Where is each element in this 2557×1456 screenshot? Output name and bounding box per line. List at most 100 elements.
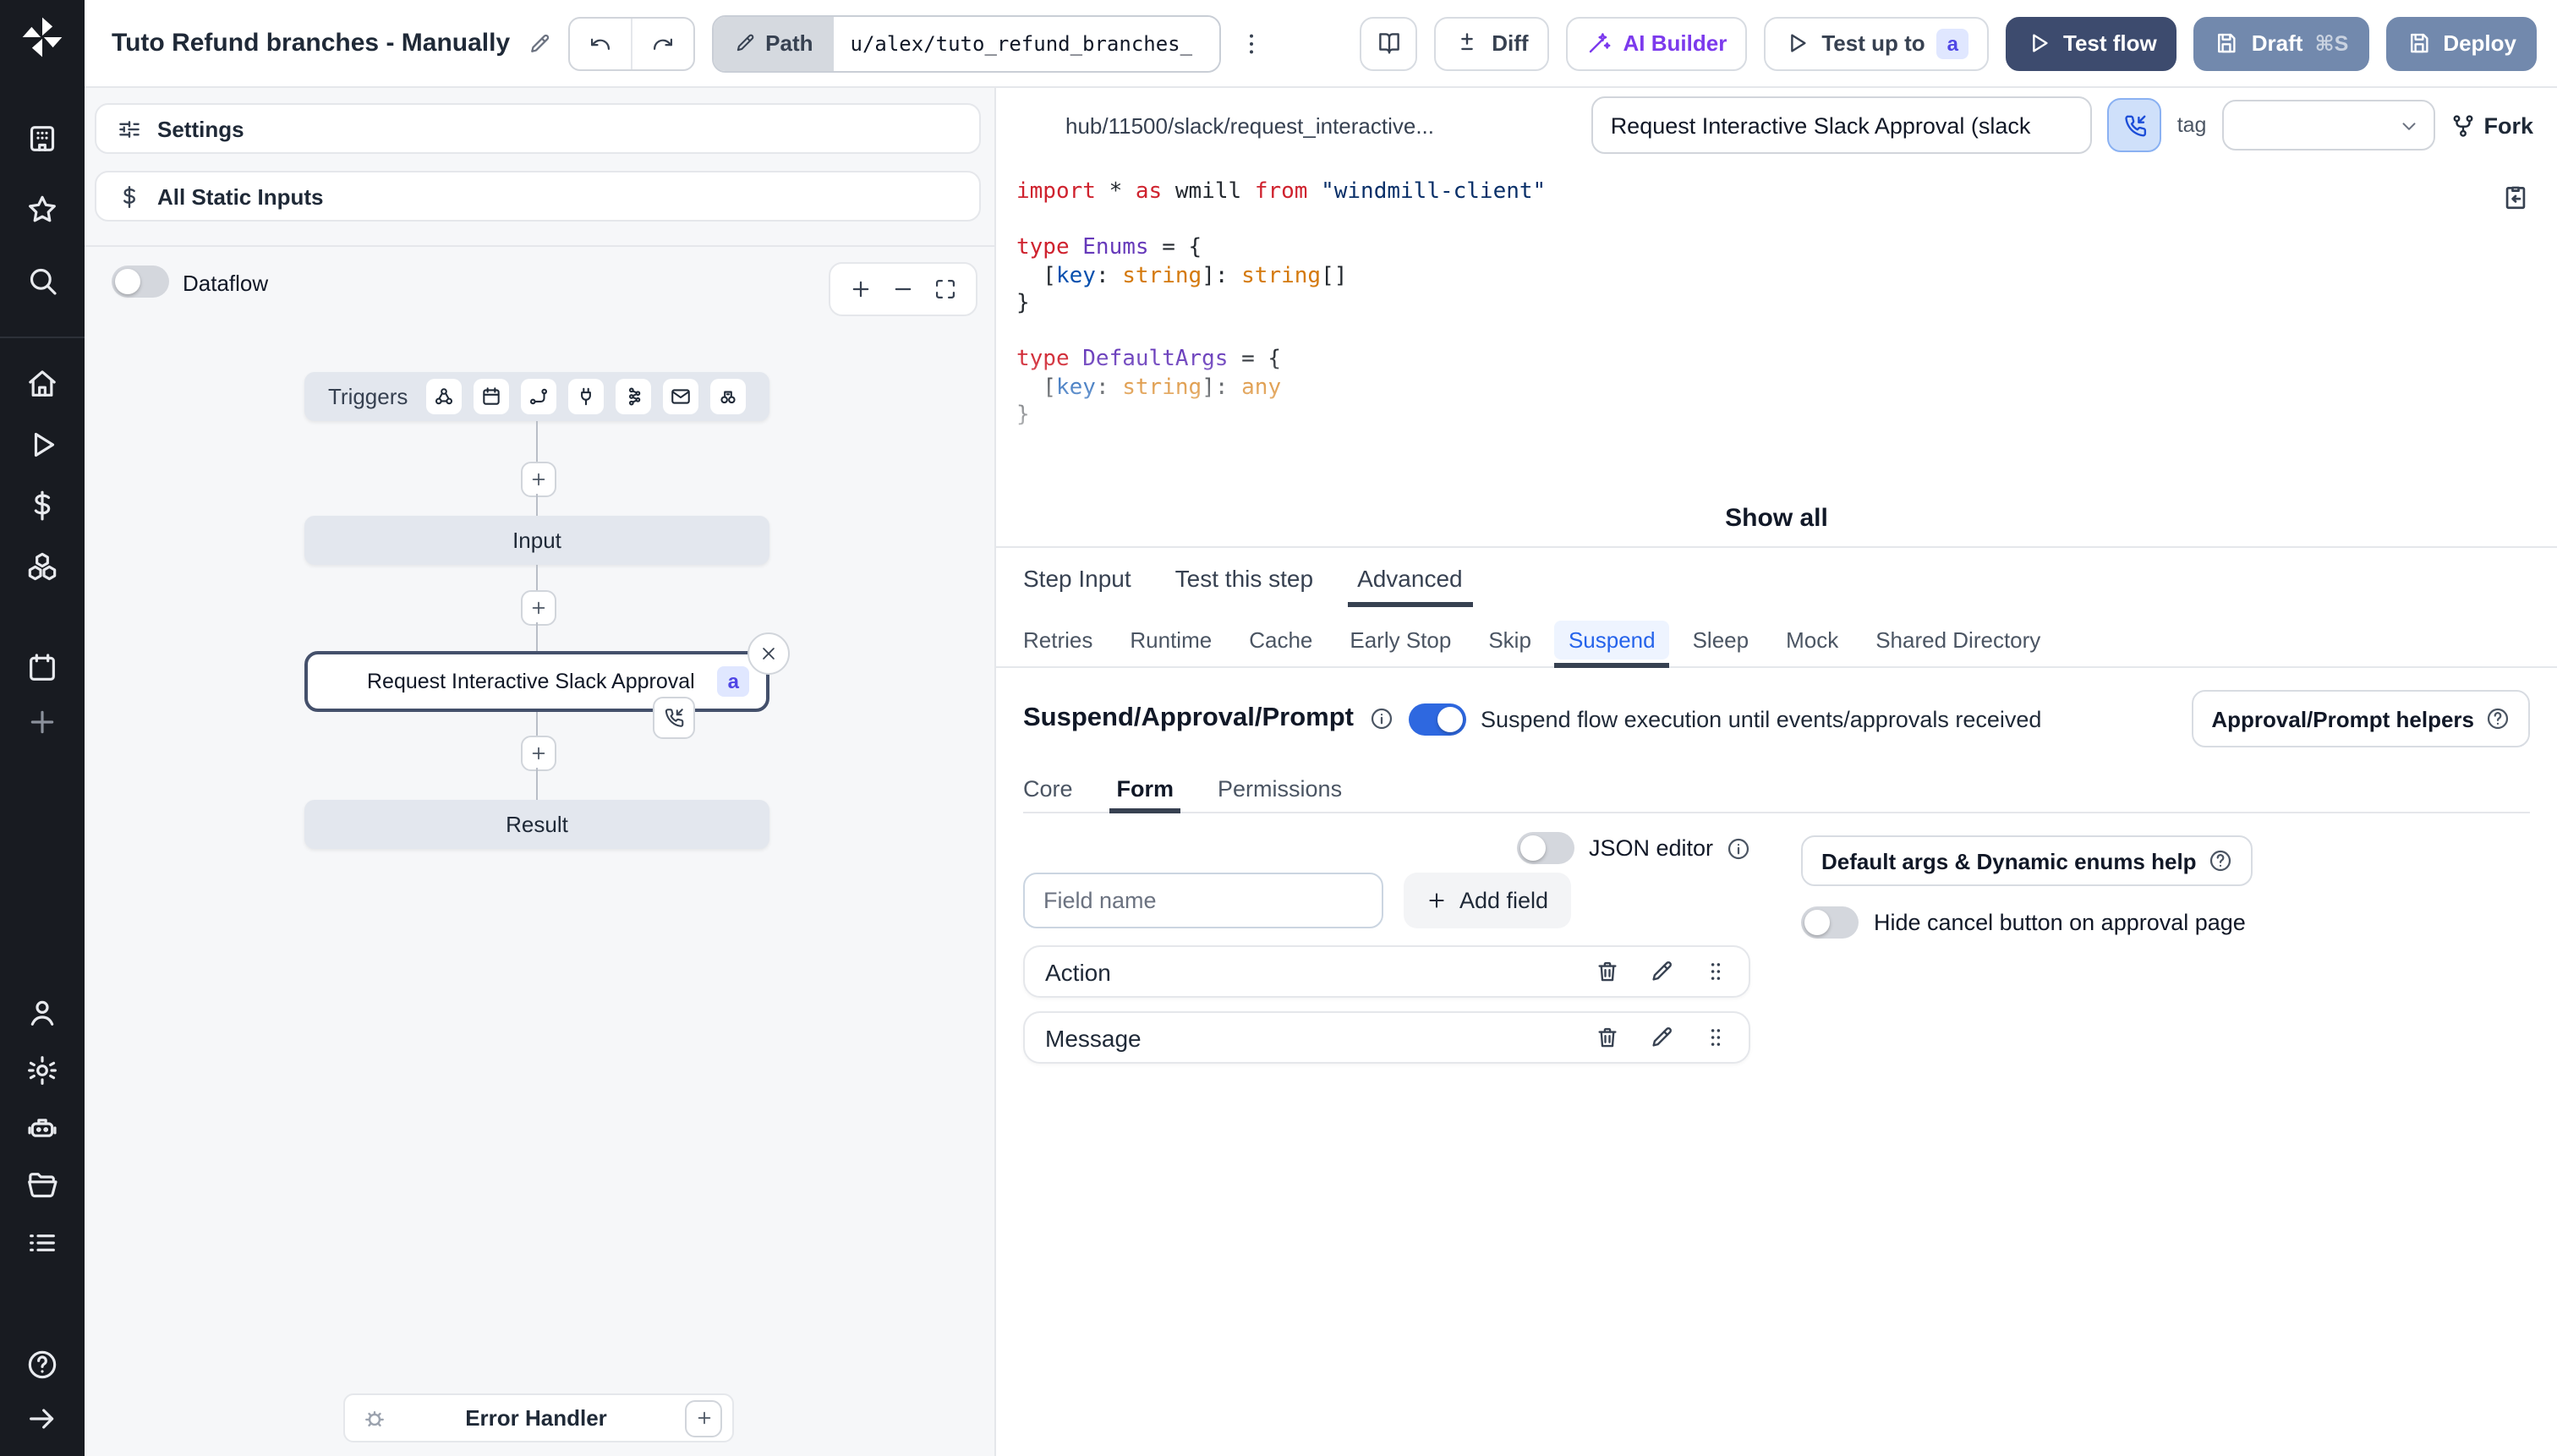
insert-step-button[interactable] bbox=[521, 590, 556, 626]
tab-early-stop[interactable]: Early Stop bbox=[1350, 612, 1451, 668]
tab-core[interactable]: Core bbox=[1023, 764, 1073, 813]
sidebar-item-folders[interactable] bbox=[12, 1155, 73, 1216]
suspend-enable-toggle[interactable] bbox=[1408, 703, 1465, 735]
poll-icon bbox=[717, 386, 739, 408]
dataflow-toggle[interactable] bbox=[112, 265, 169, 298]
tab-skip[interactable]: Skip bbox=[1488, 612, 1531, 668]
sidebar-item-runs[interactable] bbox=[12, 414, 73, 475]
json-editor-toggle[interactable] bbox=[1517, 832, 1575, 864]
diff-button[interactable]: Diff bbox=[1434, 16, 1549, 70]
sidebar-item-users[interactable] bbox=[12, 983, 73, 1043]
undo-button[interactable] bbox=[569, 18, 630, 68]
delete-field-button[interactable] bbox=[1595, 959, 1620, 984]
default-args-help-button[interactable]: Default args & Dynamic enums help bbox=[1801, 835, 2253, 886]
fork-button[interactable]: Fork bbox=[2450, 112, 2533, 138]
triggers-node[interactable]: Triggers bbox=[304, 372, 769, 421]
ai-builder-button[interactable]: AI Builder bbox=[1565, 16, 1748, 70]
tab-step-input[interactable]: Step Input bbox=[1023, 548, 1131, 607]
suspend-toggle-button[interactable] bbox=[2107, 98, 2162, 152]
field-row-message[interactable]: Message bbox=[1023, 1011, 1750, 1064]
sidebar-item-resources[interactable] bbox=[12, 536, 73, 597]
slack-approval-step-node[interactable]: Request Interactive Slack Approval (... … bbox=[304, 651, 769, 712]
copy-code-button[interactable] bbox=[2501, 183, 2530, 211]
deploy-button[interactable]: Deploy bbox=[2385, 16, 2537, 70]
tab-advanced[interactable]: Advanced bbox=[1347, 548, 1474, 607]
trigger-websocket-icon[interactable] bbox=[568, 379, 605, 414]
add-error-handler-button[interactable] bbox=[685, 1399, 722, 1437]
more-menu-button[interactable] bbox=[1238, 30, 1265, 57]
sidebar-item-audit-logs[interactable] bbox=[12, 1212, 73, 1273]
trigger-schedule-icon[interactable] bbox=[474, 379, 510, 414]
step-summary-input[interactable] bbox=[1591, 96, 2093, 154]
windmill-logo-icon[interactable] bbox=[19, 14, 66, 61]
approval-prompt-helpers-button[interactable]: Approval/Prompt helpers bbox=[2191, 690, 2530, 747]
static-inputs-button[interactable]: All Static Inputs bbox=[95, 171, 981, 222]
tab-shared-directory[interactable]: Shared Directory bbox=[1875, 612, 2040, 668]
draft-button[interactable]: Draft ⌘S bbox=[2193, 16, 2369, 70]
fit-view-button[interactable] bbox=[934, 277, 957, 301]
test-up-to-button[interactable]: Test up to a bbox=[1764, 16, 1989, 70]
code-preview[interactable]: import * as wmill from "windmill-client"… bbox=[996, 162, 2557, 511]
sidebar-item-variables[interactable] bbox=[12, 475, 73, 536]
tab-cache[interactable]: Cache bbox=[1249, 612, 1312, 668]
suspend-indicator-badge[interactable] bbox=[653, 697, 695, 739]
info-icon[interactable] bbox=[1369, 707, 1393, 731]
tab-test-this-step[interactable]: Test this step bbox=[1175, 548, 1313, 607]
field-name-input[interactable] bbox=[1023, 873, 1383, 928]
docs-button[interactable] bbox=[1360, 16, 1418, 70]
error-handler-node[interactable]: Error Handler bbox=[343, 1393, 734, 1442]
redo-button[interactable] bbox=[630, 18, 693, 68]
hide-cancel-toggle[interactable] bbox=[1801, 906, 1859, 939]
tab-label: Cache bbox=[1249, 627, 1313, 653]
trigger-kafka-icon[interactable] bbox=[616, 379, 652, 414]
tab-mock[interactable]: Mock bbox=[1786, 612, 1838, 668]
tab-permissions[interactable]: Permissions bbox=[1218, 764, 1342, 813]
trigger-poll-icon[interactable] bbox=[710, 379, 747, 414]
trigger-email-icon[interactable] bbox=[663, 379, 699, 414]
tab-form[interactable]: Form bbox=[1109, 764, 1180, 813]
sidebar-item-schedules[interactable] bbox=[12, 638, 73, 698]
edit-title-icon[interactable] bbox=[527, 31, 550, 55]
sidebar-item-workspace[interactable] bbox=[12, 108, 73, 169]
delete-step-button[interactable] bbox=[747, 632, 790, 675]
zoom-in-button[interactable] bbox=[849, 277, 873, 301]
insert-step-button[interactable] bbox=[521, 736, 556, 771]
delete-field-button[interactable] bbox=[1595, 1025, 1620, 1050]
divider bbox=[1023, 812, 2530, 813]
drag-field-handle[interactable] bbox=[1703, 959, 1728, 984]
drag-field-handle[interactable] bbox=[1703, 1025, 1728, 1050]
field-row-action[interactable]: Action bbox=[1023, 945, 1750, 998]
tab-label: Skip bbox=[1488, 627, 1531, 653]
calendar-icon bbox=[25, 651, 59, 685]
show-all-button[interactable]: Show all bbox=[996, 504, 2557, 533]
tab-runtime[interactable]: Runtime bbox=[1130, 612, 1212, 668]
input-node[interactable]: Input bbox=[304, 516, 769, 565]
add-field-button[interactable]: Add field bbox=[1404, 873, 1571, 928]
trigger-webhook-icon[interactable] bbox=[426, 379, 463, 414]
tab-retries[interactable]: Retries bbox=[1023, 612, 1092, 668]
trigger-route-icon[interactable] bbox=[521, 379, 557, 414]
edit-field-button[interactable] bbox=[1649, 959, 1674, 984]
sidebar-item-expand[interactable] bbox=[12, 1388, 73, 1449]
tab-sleep[interactable]: Sleep bbox=[1693, 612, 1749, 668]
zoom-out-button[interactable] bbox=[891, 277, 915, 301]
result-node[interactable]: Result bbox=[304, 800, 769, 849]
insert-step-button[interactable] bbox=[521, 462, 556, 497]
flow-settings-button[interactable]: Settings bbox=[95, 103, 981, 154]
sidebar-item-help[interactable] bbox=[12, 1334, 73, 1395]
info-icon[interactable] bbox=[1727, 836, 1750, 860]
sidebar-item-workers[interactable] bbox=[12, 1097, 73, 1158]
test-flow-button[interactable]: Test flow bbox=[2006, 16, 2177, 70]
tag-select[interactable] bbox=[2221, 100, 2435, 151]
sidebar-item-add[interactable] bbox=[12, 692, 73, 753]
tab-suspend[interactable]: Suspend bbox=[1554, 612, 1670, 668]
edit-field-button[interactable] bbox=[1649, 1025, 1674, 1050]
sidebar-item-favorites[interactable] bbox=[12, 179, 73, 240]
path-value[interactable]: u/alex/tuto_refund_branches_ bbox=[833, 16, 1219, 70]
sidebar-item-settings[interactable] bbox=[12, 1040, 73, 1101]
path-edit-button[interactable]: Path bbox=[713, 16, 834, 70]
field-name: Action bbox=[1045, 958, 1111, 985]
hub-script-path[interactable]: hub/11500/slack/request_interactive... bbox=[1065, 112, 1434, 138]
sidebar-item-home[interactable] bbox=[12, 353, 73, 414]
sidebar-item-search[interactable] bbox=[12, 250, 73, 311]
